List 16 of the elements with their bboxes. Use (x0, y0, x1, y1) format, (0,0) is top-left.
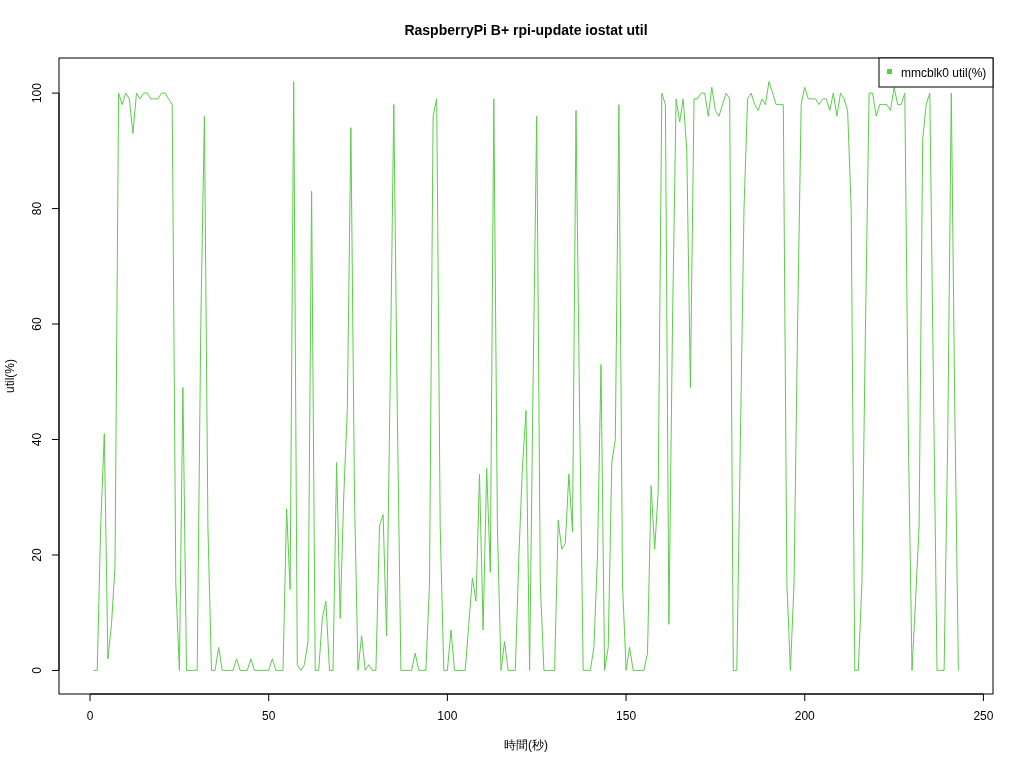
tick-label: 20 (30, 548, 44, 562)
tick-label: 100 (30, 83, 44, 104)
tick-label: 250 (973, 709, 994, 723)
tick-label: 200 (794, 709, 815, 723)
tick-label: 150 (616, 709, 637, 723)
tick-label: 0 (30, 667, 44, 674)
tick-label: 0 (86, 709, 94, 723)
legend-label: mmcblk0 util(%) (901, 66, 987, 80)
tick-label: 60 (30, 317, 44, 331)
chart-title: RaspberryPi B+ rpi-update iostat util (404, 22, 648, 38)
tick-label: 100 (437, 709, 458, 723)
tick-label: 50 (262, 709, 276, 723)
y-axis-label: util(%) (3, 359, 17, 393)
tick-label: 40 (30, 432, 44, 447)
x-axis-label: 時間(秒) (504, 738, 548, 752)
tick-label: 80 (30, 201, 44, 216)
